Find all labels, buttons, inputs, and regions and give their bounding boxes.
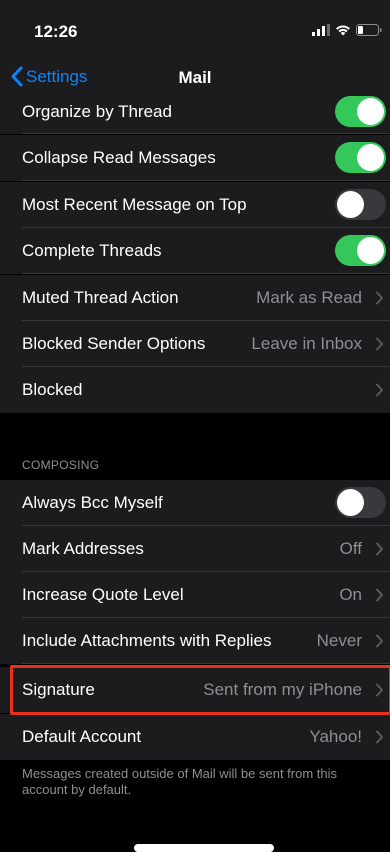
row-most-recent-on-top[interactable]: Most Recent Message on Top bbox=[0, 182, 390, 228]
status-icons bbox=[312, 24, 382, 36]
row-mark-addresses[interactable]: Mark Addresses Off bbox=[0, 526, 390, 572]
chevron-right-icon bbox=[376, 634, 383, 648]
toggle-knob bbox=[357, 98, 384, 125]
section-header-composing: COMPOSING bbox=[22, 458, 100, 472]
row-complete-threads[interactable]: Complete Threads bbox=[0, 228, 390, 274]
row-label: Blocked bbox=[22, 380, 83, 399]
row-organize-by-thread[interactable]: Organize by Thread bbox=[0, 92, 390, 134]
default-account-footer-note: Messages created outside of Mail will be… bbox=[22, 766, 338, 797]
row-separator bbox=[22, 180, 390, 181]
chevron-right-icon bbox=[376, 588, 383, 602]
row-value: Off bbox=[339, 539, 362, 558]
most-recent-on-top-toggle[interactable] bbox=[335, 189, 386, 220]
row-label: Default Account bbox=[22, 727, 142, 746]
row-separator bbox=[22, 663, 390, 664]
row-label: Collapse Read Messages bbox=[22, 148, 216, 167]
row-value: Never bbox=[316, 631, 362, 650]
toggle-knob bbox=[357, 144, 384, 171]
row-muted-thread-action[interactable]: Muted Thread Action Mark as Read bbox=[0, 275, 390, 321]
row-label: Always Bcc Myself bbox=[22, 493, 163, 512]
battery-icon bbox=[356, 24, 382, 36]
row-value: On bbox=[339, 585, 362, 604]
page-title: Mail bbox=[178, 68, 212, 87]
row-always-bcc-myself[interactable]: Always Bcc Myself bbox=[0, 480, 390, 526]
row-label: Muted Thread Action bbox=[22, 288, 179, 307]
row-separator bbox=[22, 273, 390, 274]
complete-threads-toggle[interactable] bbox=[335, 235, 386, 266]
row-label: Include Attachments with Replies bbox=[22, 631, 272, 650]
toggle-knob bbox=[357, 237, 384, 264]
row-default-account[interactable]: Default Account Yahoo! bbox=[0, 714, 390, 760]
wifi-icon bbox=[336, 25, 350, 36]
home-indicator bbox=[134, 844, 274, 852]
row-label: Complete Threads bbox=[22, 241, 162, 260]
signal-icon bbox=[312, 24, 330, 36]
always-bcc-myself-toggle[interactable] bbox=[335, 487, 386, 518]
collapse-read-messages-toggle[interactable] bbox=[335, 142, 386, 173]
row-label: Most Recent Message on Top bbox=[22, 195, 247, 214]
status-time: 12:26 bbox=[34, 22, 78, 41]
row-value: Mark as Read bbox=[256, 288, 362, 307]
toggle-knob bbox=[337, 489, 364, 516]
chevron-right-icon bbox=[376, 383, 383, 397]
organize-by-thread-toggle[interactable] bbox=[335, 96, 386, 127]
chevron-right-icon bbox=[376, 337, 383, 351]
row-include-attachments[interactable]: Include Attachments with Replies Never bbox=[0, 618, 390, 664]
row-blocked[interactable]: Blocked bbox=[0, 367, 390, 413]
row-label: Blocked Sender Options bbox=[22, 334, 206, 353]
chevron-right-icon bbox=[376, 291, 383, 305]
row-collapse-read-messages[interactable]: Collapse Read Messages bbox=[0, 135, 390, 181]
status-bar: 12:26 bbox=[0, 0, 390, 58]
row-separator bbox=[22, 133, 390, 134]
chevron-right-icon bbox=[376, 542, 383, 556]
signature-highlight-box bbox=[10, 665, 390, 715]
chevron-right-icon bbox=[376, 730, 383, 744]
row-increase-quote-level[interactable]: Increase Quote Level On bbox=[0, 572, 390, 618]
row-label: Mark Addresses bbox=[22, 539, 144, 558]
row-label: Increase Quote Level bbox=[22, 585, 184, 604]
row-label: Organize by Thread bbox=[22, 102, 172, 121]
toggle-knob bbox=[337, 191, 364, 218]
row-value: Leave in Inbox bbox=[251, 334, 362, 353]
row-value: Yahoo! bbox=[309, 727, 362, 746]
row-blocked-sender-options[interactable]: Blocked Sender Options Leave in Inbox bbox=[0, 321, 390, 367]
